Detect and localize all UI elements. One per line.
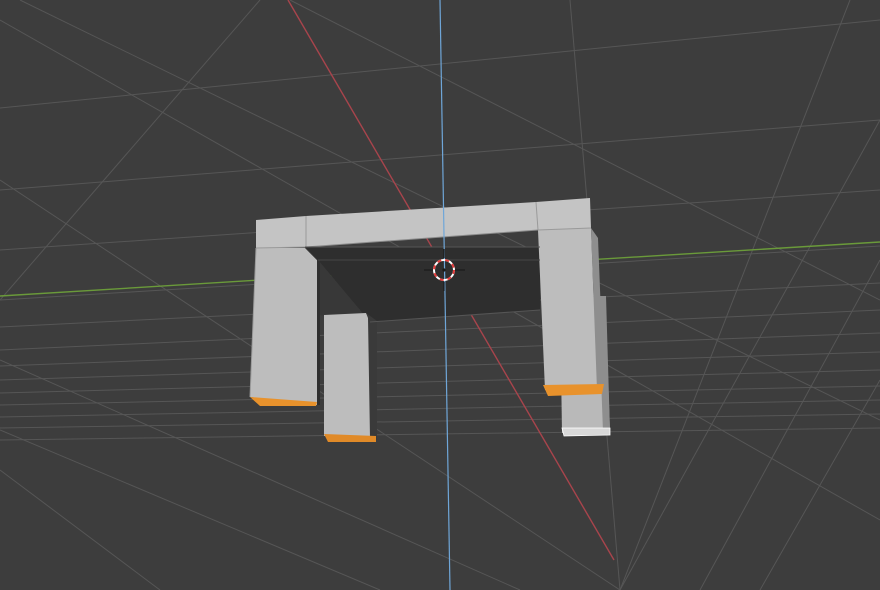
leg-front-right[interactable]	[538, 228, 597, 390]
viewport-canvas[interactable]	[0, 0, 880, 590]
leg-back-right-bottom-face[interactable]	[561, 427, 611, 437]
3d-viewport[interactable]	[0, 0, 880, 590]
leg-front-right-bottom-face[interactable]	[543, 384, 604, 396]
leg-front-left[interactable]	[250, 248, 317, 405]
